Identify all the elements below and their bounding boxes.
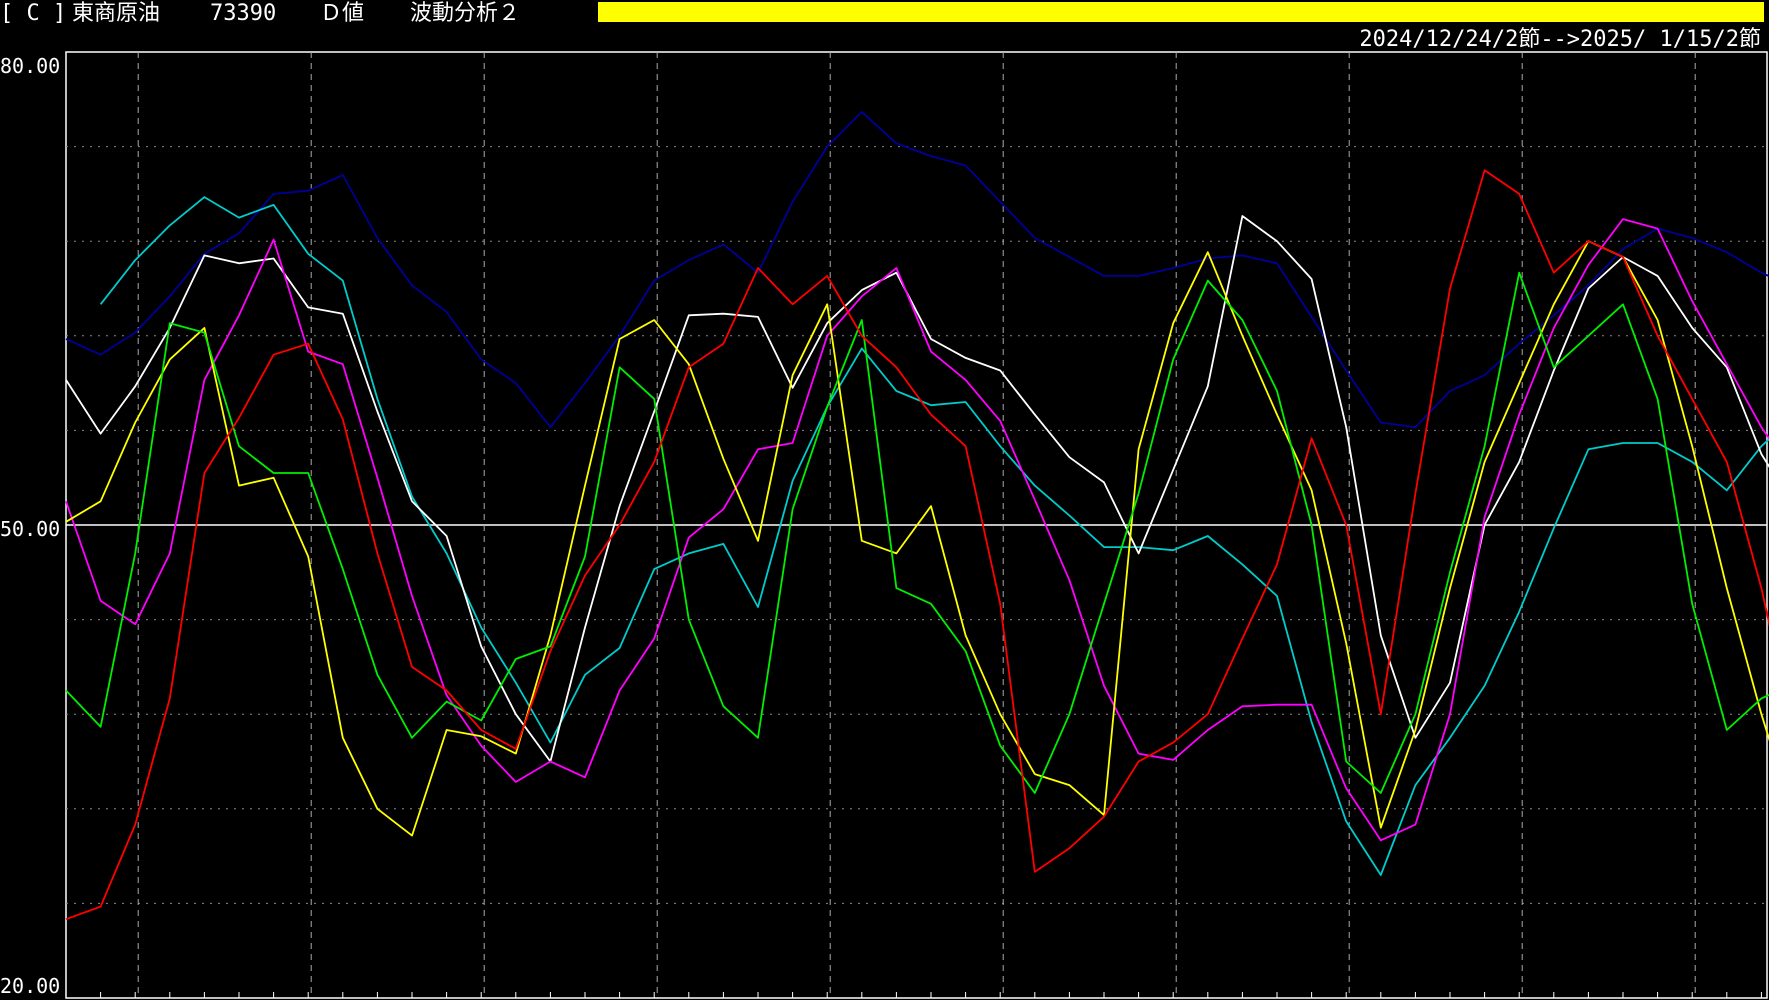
series-line-5 xyxy=(65,240,1769,837)
series-line-6 xyxy=(65,271,1769,794)
series-line-1 xyxy=(99,196,1769,876)
series-line-0 xyxy=(65,111,1769,429)
series-line-7 xyxy=(65,169,1769,921)
oscillator-chart xyxy=(65,51,1769,999)
